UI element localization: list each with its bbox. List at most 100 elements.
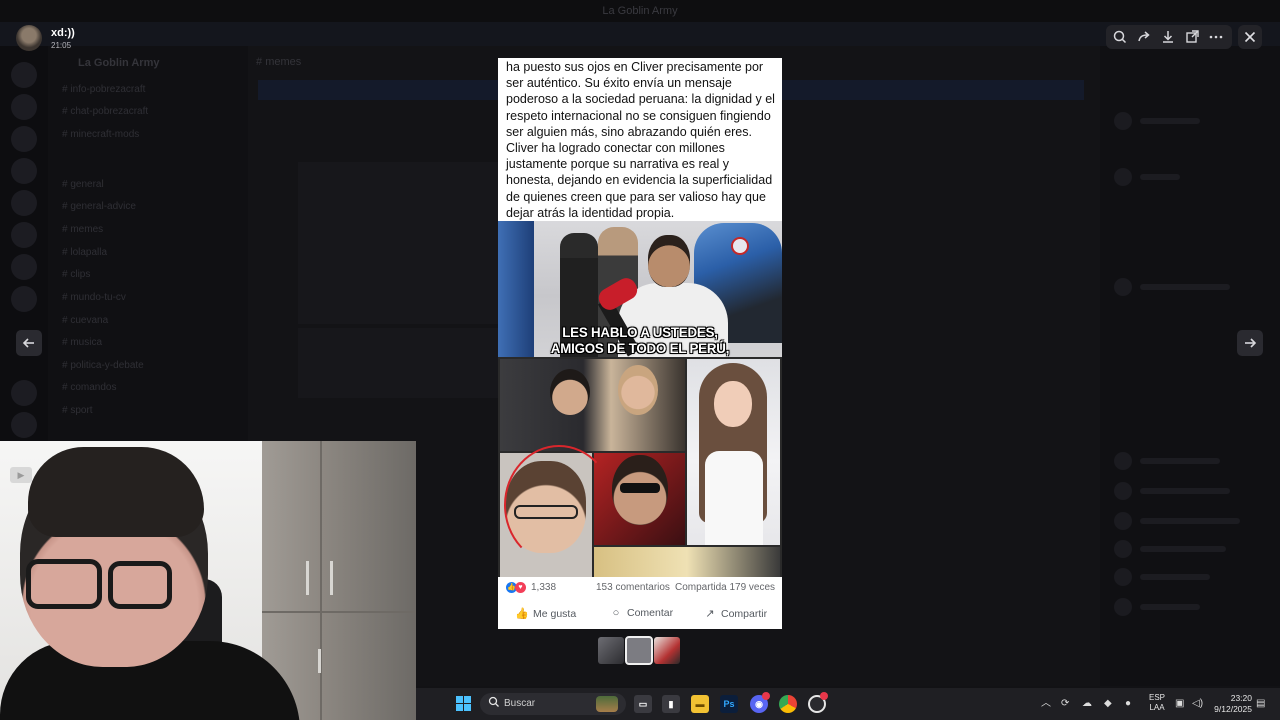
taskbar-search[interactable]: Buscar — [480, 693, 626, 715]
close-icon[interactable] — [1238, 25, 1262, 49]
channel-item[interactable]: # politica-y-debate — [62, 360, 144, 371]
search-placeholder: Buscar — [504, 698, 536, 709]
chevron-up-icon[interactable]: ︿ — [1041, 697, 1051, 711]
widget-icon[interactable]: ▮ — [662, 695, 680, 713]
webcam-overlay: ▶ — [0, 441, 416, 720]
channel-item[interactable]: # lolapalla — [62, 247, 107, 258]
like-button: 👍 Me gusta — [515, 608, 577, 620]
channel-item[interactable]: # general — [62, 179, 104, 190]
message-attachment[interactable] — [298, 328, 498, 398]
member-avatar[interactable] — [1114, 168, 1132, 186]
volume-icon[interactable]: ◁) — [1192, 697, 1203, 711]
logo-icon — [731, 237, 749, 255]
viewed-image[interactable]: ha puesto sus ojos en Cliver precisament… — [498, 58, 782, 629]
server-icon[interactable] — [11, 380, 37, 406]
zoom-icon[interactable] — [1110, 27, 1130, 47]
channel-item[interactable]: # sport — [62, 405, 93, 416]
person-head — [648, 235, 690, 287]
channel-item[interactable]: # comandos — [62, 382, 116, 393]
comments-count: 153 comentarios — [596, 582, 670, 593]
member-avatar[interactable] — [1114, 568, 1132, 586]
person-head — [618, 365, 658, 415]
network-icon[interactable]: ▣ — [1175, 697, 1184, 711]
upload-time: 21:05 — [51, 41, 72, 50]
collage-panel — [687, 359, 780, 545]
cloud-icon[interactable]: ☁ — [1082, 697, 1092, 711]
search-icon — [488, 696, 500, 711]
microphone-icon[interactable]: ● — [1125, 697, 1131, 711]
sunglasses — [620, 483, 660, 493]
forward-icon[interactable] — [1134, 27, 1154, 47]
thumbnail[interactable] — [654, 637, 680, 664]
uploader-name[interactable]: xd:)) — [51, 27, 75, 39]
search-highlight-image — [596, 696, 618, 712]
reactions-count: 1,338 — [531, 582, 557, 593]
member-avatar[interactable] — [1114, 278, 1132, 296]
notification-icon[interactable]: ▤ — [1256, 697, 1265, 711]
member-avatar[interactable] — [1114, 112, 1132, 130]
glasses — [26, 559, 102, 609]
channel-item[interactable]: # minecraft-mods — [62, 129, 139, 140]
member-name — [1140, 488, 1230, 494]
member-avatar[interactable] — [1114, 482, 1132, 500]
member-name — [1140, 546, 1226, 552]
server-icon[interactable] — [11, 126, 37, 152]
video-caption: AMIGOS DE TODO EL PERÚ, — [550, 340, 730, 356]
person-hair — [28, 447, 204, 537]
thumbnail[interactable] — [598, 637, 624, 664]
channel-item[interactable]: # memes — [62, 224, 103, 235]
member-avatar[interactable] — [1114, 598, 1132, 616]
shares-count: Compartida 179 veces — [675, 582, 776, 593]
thumbnail-selected[interactable] — [625, 636, 653, 665]
channel-item[interactable]: # general-advice — [62, 201, 136, 212]
windows-start-icon[interactable] — [456, 696, 472, 712]
post-text: ha puesto sus ojos en Cliver precisament… — [506, 60, 775, 220]
member-avatar[interactable] — [1114, 540, 1132, 558]
more-icon[interactable] — [1206, 27, 1226, 47]
message-block — [298, 162, 498, 324]
member-avatar[interactable] — [1114, 452, 1132, 470]
channel-item[interactable]: # clips — [62, 269, 90, 280]
member-name — [1140, 284, 1230, 290]
photoshop-icon[interactable]: Ps — [720, 695, 738, 713]
comment-icon: ○ — [612, 607, 620, 619]
server-icon[interactable] — [11, 222, 37, 248]
server-icon[interactable] — [11, 254, 37, 280]
clock[interactable]: 23:20 9/12/2025 — [1208, 693, 1252, 715]
server-icon[interactable] — [11, 286, 37, 312]
screen: La Goblin Army La Goblin Army # info-pob… — [0, 0, 1280, 720]
channel-item[interactable]: # chat-pobrezacraft — [62, 106, 148, 117]
channel-item[interactable]: # mundo-tu-cv — [62, 292, 126, 303]
person — [705, 451, 763, 545]
shield-icon[interactable]: ◆ — [1104, 697, 1112, 711]
chat-header: # memes — [256, 56, 302, 68]
member-avatar[interactable] — [1114, 512, 1132, 530]
window-titlebar: La Goblin Army — [0, 0, 1280, 22]
server-icon[interactable] — [11, 94, 37, 120]
sync-icon[interactable]: ⟳ — [1061, 697, 1069, 711]
file-explorer-icon[interactable]: ▬ — [691, 695, 709, 713]
arrow-right-icon[interactable] — [1237, 330, 1263, 356]
obs-notification-badge — [820, 692, 828, 700]
camera-icon: ▶ — [10, 467, 32, 483]
member-name — [1140, 574, 1210, 580]
language-indicator[interactable]: ESP LAA — [1146, 693, 1168, 713]
task-view-icon[interactable]: ▭ — [634, 695, 652, 713]
person-head — [550, 369, 590, 415]
server-icon[interactable] — [11, 62, 37, 88]
channel-item[interactable]: # cuevana — [62, 315, 108, 326]
channel-item[interactable]: # info-pobrezacraft — [62, 84, 145, 95]
channel-item[interactable]: # musica — [62, 337, 102, 348]
chrome-icon[interactable] — [779, 695, 797, 713]
member-name — [1140, 458, 1220, 464]
avatar[interactable] — [16, 25, 42, 51]
arrow-left-icon[interactable] — [16, 330, 42, 356]
server-icon[interactable] — [11, 190, 37, 216]
server-icon[interactable] — [11, 158, 37, 184]
download-icon[interactable] — [1158, 27, 1178, 47]
member-list — [1100, 46, 1280, 686]
member-name — [1140, 118, 1200, 124]
open-external-icon[interactable] — [1182, 27, 1202, 47]
server-icon[interactable] — [11, 412, 37, 438]
server-name[interactable]: La Goblin Army — [78, 57, 160, 69]
